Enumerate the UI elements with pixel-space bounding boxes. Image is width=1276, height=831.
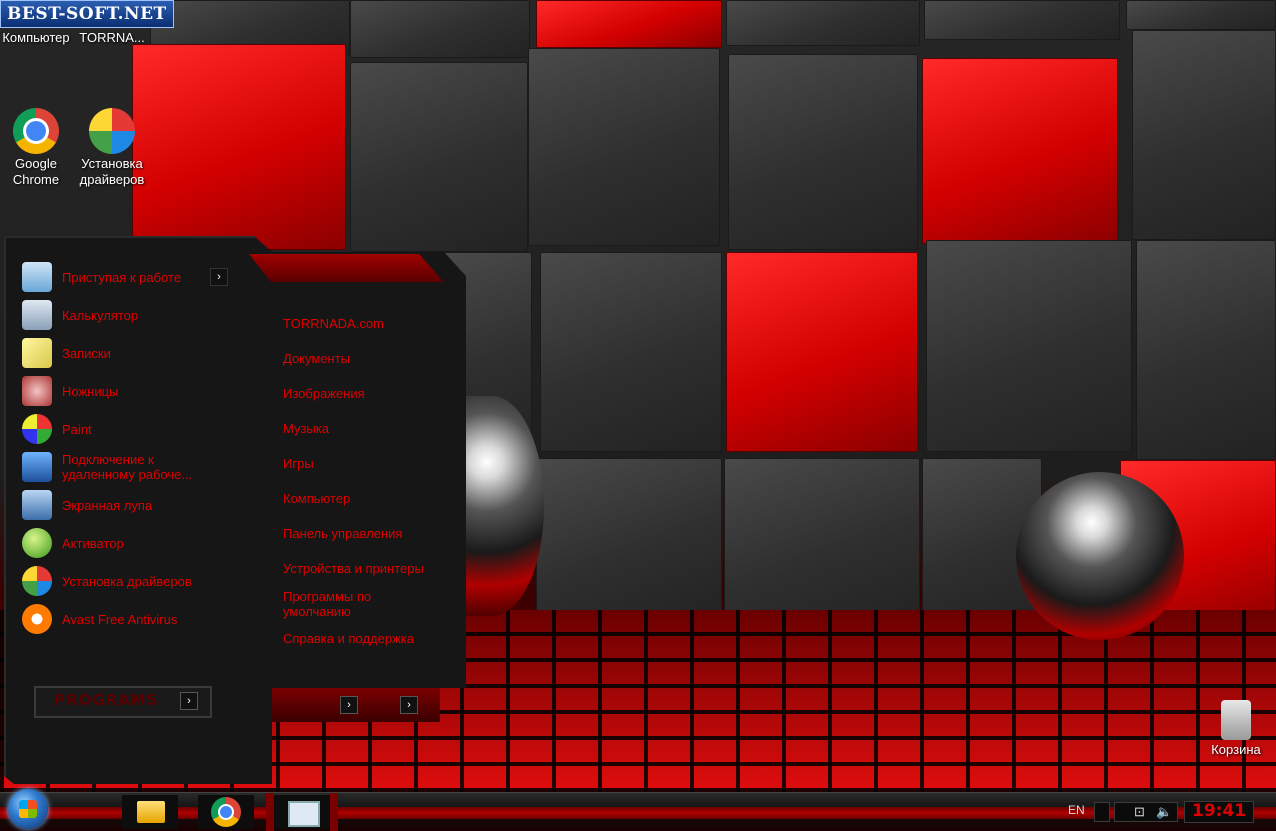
activator-icon — [22, 528, 52, 558]
link-pictures[interactable]: Изображения — [283, 376, 453, 411]
submenu-arrow-icon[interactable]: › — [210, 268, 228, 286]
desktop-icon-driver-install[interactable]: Установка драйверов — [76, 108, 148, 188]
menu-item-label: Приступая к работе — [62, 269, 182, 285]
desktop-icon-computer[interactable]: Компьютер — [0, 30, 72, 46]
link-torrnada[interactable]: TORRNADA.com — [283, 306, 453, 341]
link-music[interactable]: Музыка — [283, 411, 453, 446]
menu-item-label: Подключение к удаленному рабоче... — [62, 452, 193, 482]
menu-item-calculator[interactable]: Калькулятор — [14, 296, 264, 334]
all-programs-label: PROGRAMS — [54, 691, 159, 709]
menu-item-label: Записки — [62, 345, 111, 361]
desktop-icon-label: TORRNA... — [79, 30, 145, 45]
link-documents[interactable]: Документы — [283, 341, 453, 376]
menu-item-magnifier[interactable]: Экранная лупа — [14, 486, 264, 524]
folder-icon — [137, 801, 165, 823]
chrome-icon — [211, 797, 241, 827]
desktop-icon-torrnada[interactable]: TORRNA... — [76, 30, 148, 46]
taskbar-separator — [266, 793, 274, 831]
link-games[interactable]: Игры — [283, 446, 453, 481]
volume-icon[interactable]: 🔈 — [1156, 805, 1172, 819]
link-help-support[interactable]: Справка и поддержка — [283, 621, 453, 656]
link-default-programs[interactable]: Программы по умолчанию — [283, 586, 413, 621]
menu-item-activator[interactable]: Активатор — [14, 524, 264, 562]
sticky-notes-icon — [22, 338, 52, 368]
menu-item-paint[interactable]: Paint — [14, 410, 264, 448]
menu-item-getting-started[interactable]: Приступая к работе › — [14, 258, 264, 296]
desktop-icon-recycle-bin[interactable]: Корзина — [1200, 700, 1272, 758]
desktop-icon-label: Установка драйверов — [79, 156, 145, 187]
snipping-tool-icon — [22, 376, 52, 406]
window-icon — [288, 801, 320, 827]
menu-item-label: Ножницы — [62, 383, 119, 399]
getting-started-icon — [22, 262, 52, 292]
watermark-logo: BEST-SOFT.NET — [0, 0, 174, 28]
shutdown-bar: › › — [272, 688, 440, 722]
language-indicator[interactable]: EN — [1068, 803, 1085, 817]
recycle-bin-icon — [1221, 700, 1251, 740]
shutdown-arrow-button[interactable]: › — [340, 696, 358, 714]
desktop-icon-chrome[interactable]: Google Chrome — [0, 108, 72, 188]
driver-install-icon — [89, 108, 135, 154]
taskbar-separator — [330, 793, 338, 831]
menu-item-remote-desktop[interactable]: Подключение к удаленному рабоче... — [14, 448, 264, 486]
taskbar-window-button[interactable] — [274, 795, 330, 829]
clock[interactable]: 19:41 — [1192, 801, 1246, 821]
driver-install-icon — [22, 566, 52, 596]
menu-item-snipping-tool[interactable]: Ножницы — [14, 372, 264, 410]
chevron-right-icon: › — [180, 692, 198, 710]
avast-icon — [22, 604, 52, 634]
menu-item-label: Экранная лупа — [62, 497, 153, 513]
menu-item-label: Установка драйверов — [62, 573, 192, 589]
chrome-icon — [13, 108, 59, 154]
menu-item-avast[interactable]: Avast Free Antivirus — [14, 600, 264, 638]
all-programs-button[interactable]: PROGRAMS › — [34, 686, 212, 718]
start-menu: Приступая к работе › Калькулятор Записки… — [4, 236, 476, 788]
menu-item-label: Калькулятор — [62, 307, 139, 323]
paint-icon — [22, 414, 52, 444]
taskbar: EN ⊡ 🔈 19:41 — [0, 789, 1276, 831]
menu-item-label: Avast Free Antivirus — [62, 611, 178, 627]
start-menu-places-list: TORRNADA.com Документы Изображения Музык… — [283, 306, 453, 656]
start-menu-pinned-list: Приступая к работе › Калькулятор Записки… — [14, 258, 264, 638]
remote-desktop-icon — [22, 452, 52, 482]
link-computer[interactable]: Компьютер — [283, 481, 453, 516]
taskbar-explorer-button[interactable] — [122, 795, 178, 829]
desktop-icon-label: Компьютер — [2, 30, 70, 45]
menu-item-label: Paint — [62, 421, 92, 437]
menu-item-driver-install[interactable]: Установка драйверов — [14, 562, 264, 600]
system-tray: EN ⊡ 🔈 19:41 — [1026, 793, 1276, 831]
desktop-icon-label: Корзина — [1211, 742, 1261, 757]
link-control-panel[interactable]: Панель управления — [283, 516, 453, 551]
taskbar-chrome-button[interactable] — [198, 795, 254, 829]
menu-item-sticky-notes[interactable]: Записки — [14, 334, 264, 372]
calculator-icon — [22, 300, 52, 330]
power-options-arrow-button[interactable]: › — [400, 696, 418, 714]
keyboard-icon[interactable] — [1094, 802, 1110, 822]
desktop-icon-label: Google Chrome — [12, 156, 60, 187]
link-devices-printers[interactable]: Устройства и принтеры — [283, 551, 453, 586]
network-icon[interactable]: ⊡ — [1134, 805, 1148, 819]
magnifier-icon — [22, 490, 52, 520]
start-button[interactable] — [8, 789, 48, 829]
start-menu-header-accent — [249, 254, 444, 282]
menu-item-label: Активатор — [62, 535, 124, 551]
